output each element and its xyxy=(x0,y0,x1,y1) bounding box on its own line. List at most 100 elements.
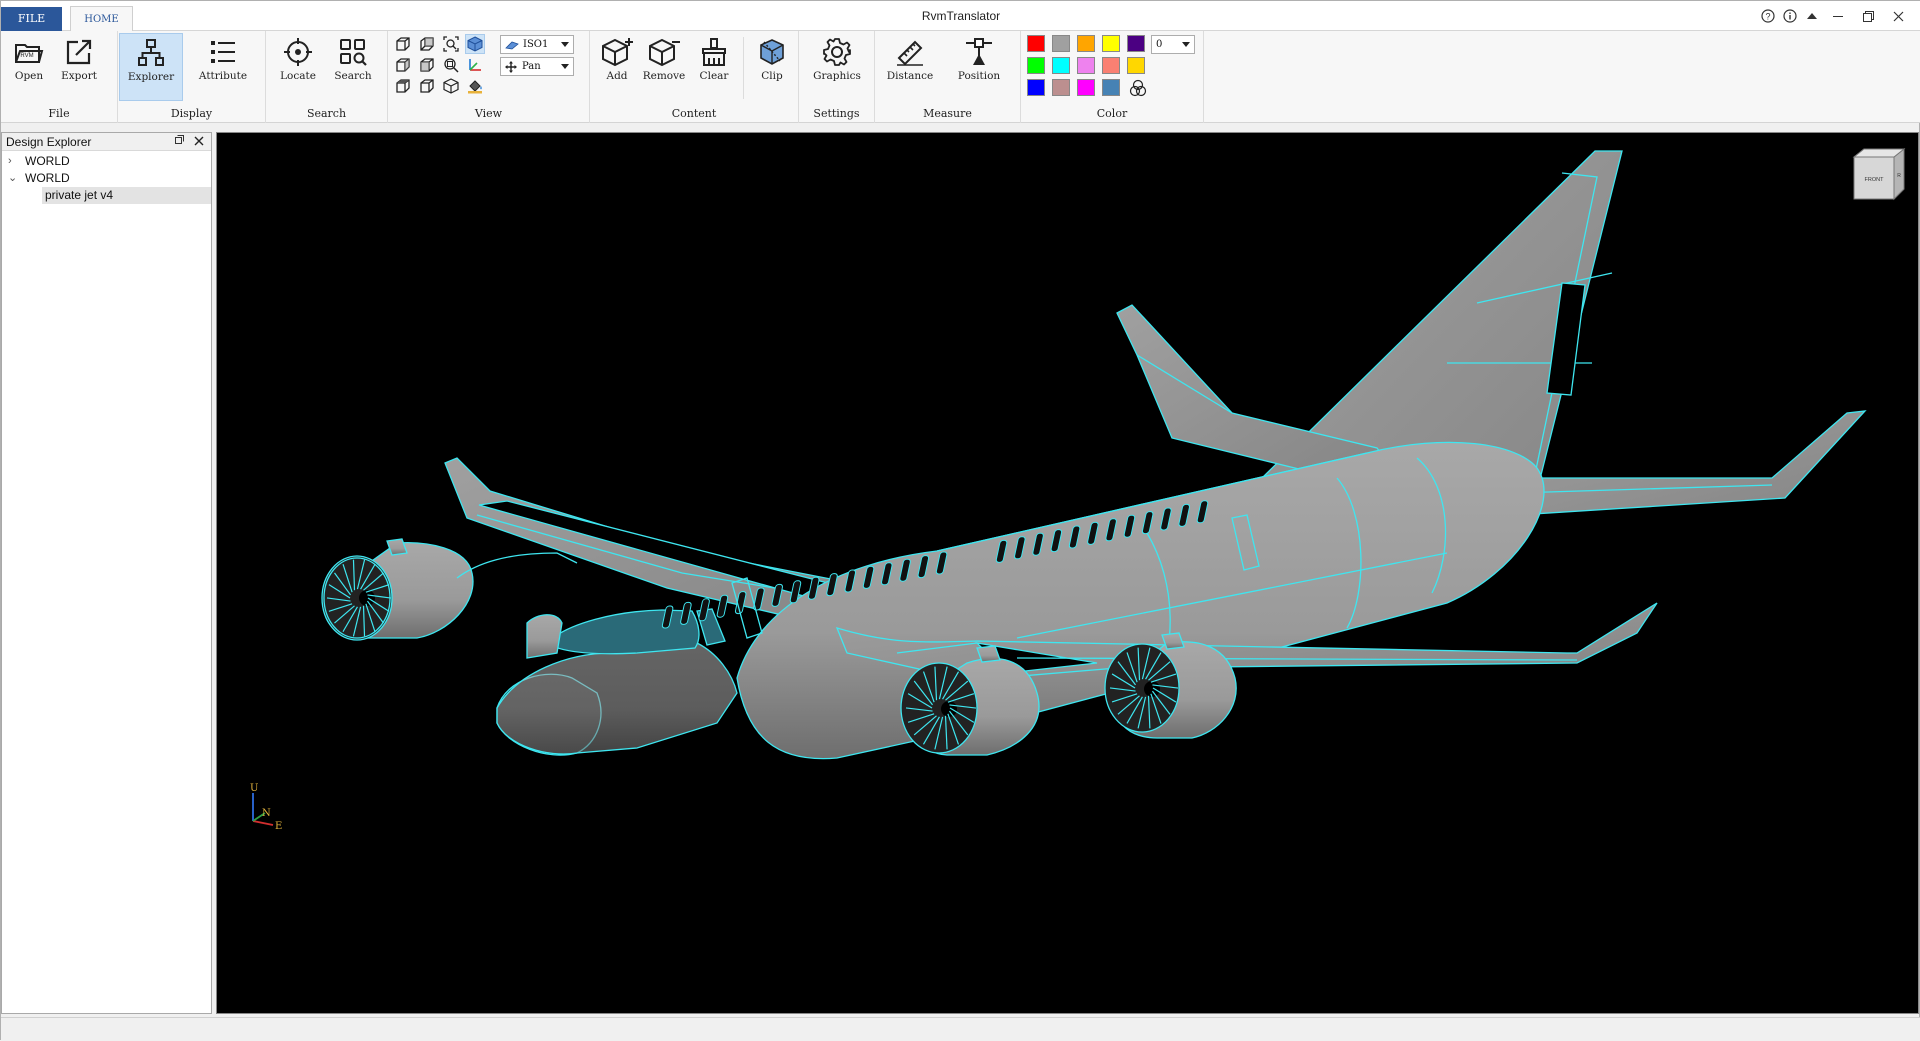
tree-hierarchy-icon xyxy=(138,39,164,66)
svg-text:RVM: RVM xyxy=(20,53,33,59)
navigation-mode-select[interactable]: Pan xyxy=(500,57,574,76)
tree-item-label: WORLD xyxy=(25,171,70,185)
remove-button[interactable]: Remove xyxy=(638,33,690,99)
crosshair-icon xyxy=(284,38,312,66)
projection-value: ISO1 xyxy=(523,39,549,50)
add-button[interactable]: Add xyxy=(591,33,643,99)
color-swatch[interactable] xyxy=(1077,35,1095,52)
export-label: Export xyxy=(61,70,97,82)
remove-box-icon xyxy=(649,38,680,67)
gear-icon xyxy=(823,38,851,66)
close-icon[interactable] xyxy=(194,133,204,151)
tree-item-private-jet[interactable]: private jet v4 xyxy=(42,187,211,204)
panel-title: Design Explorer xyxy=(6,135,92,149)
3d-viewport[interactable]: FRONT R U N E xyxy=(216,132,1919,1014)
view-back-icon[interactable] xyxy=(417,34,437,54)
ribbon-group-content: Add Remove Clear Clip Content xyxy=(590,31,799,123)
transparency-select[interactable]: 0 xyxy=(1151,35,1195,54)
color-swatch[interactable] xyxy=(1127,57,1145,74)
color-swatch[interactable] xyxy=(1052,79,1070,96)
wireframe-cube-icon[interactable] xyxy=(441,76,461,96)
clip-button[interactable]: Clip xyxy=(746,33,798,99)
color-swatch[interactable] xyxy=(1102,79,1120,96)
export-button[interactable]: Export xyxy=(53,33,105,99)
position-label: Position xyxy=(957,70,1001,82)
group-label-display: Display xyxy=(170,107,213,120)
color-swatch[interactable] xyxy=(1127,35,1145,52)
ribbon: RVM Open Export File Explorer Attribute … xyxy=(1,31,1920,123)
chevron-down-icon xyxy=(1182,42,1190,47)
ribbon-group-view: ISO1 Pan View xyxy=(388,31,590,123)
restore-button[interactable] xyxy=(1853,1,1883,31)
chevron-down-icon[interactable]: ⌄ xyxy=(8,170,20,187)
view-left-icon[interactable] xyxy=(393,55,413,75)
color-swatch[interactable] xyxy=(1052,57,1070,74)
window-title: RvmTranslator xyxy=(921,9,1001,23)
view-front-icon[interactable] xyxy=(393,34,413,54)
color-mix-icon[interactable] xyxy=(1128,78,1148,98)
title-bar: FILE HOME RvmTranslator ? xyxy=(1,1,1920,32)
group-label-search: Search xyxy=(306,107,347,120)
locate-button[interactable]: Locate xyxy=(272,33,324,99)
color-swatch[interactable] xyxy=(1027,79,1045,96)
tree-item-world-1[interactable]: › WORLD xyxy=(2,153,211,170)
open-button[interactable]: RVM Open xyxy=(3,33,55,99)
view-top-icon[interactable] xyxy=(393,76,413,96)
clear-label: Clear xyxy=(699,70,729,82)
transparency-value: 0 xyxy=(1156,39,1163,50)
explorer-label: Explorer xyxy=(127,71,175,83)
explorer-button[interactable]: Explorer xyxy=(119,33,183,101)
app-window: FILE HOME RvmTranslator ? RVM Open Expor… xyxy=(0,0,1920,1041)
broom-icon xyxy=(702,38,726,66)
search-button[interactable]: Search xyxy=(327,33,379,99)
zoom-window-icon[interactable] xyxy=(441,55,461,75)
navigation-cube[interactable]: FRONT R xyxy=(1846,147,1906,203)
svg-text:E: E xyxy=(275,821,282,831)
axes-icon[interactable] xyxy=(465,55,485,75)
chevron-right-icon[interactable]: › xyxy=(8,153,20,170)
distance-button[interactable]: Distance xyxy=(881,33,939,99)
clip-box-icon xyxy=(760,39,784,65)
tab-home[interactable]: HOME xyxy=(70,6,133,32)
export-icon xyxy=(66,39,92,65)
zoom-fit-icon[interactable] xyxy=(441,34,461,54)
close-button[interactable] xyxy=(1883,1,1913,31)
svg-text:R: R xyxy=(1897,173,1901,179)
color-swatch[interactable] xyxy=(1077,79,1095,96)
shaded-cube-icon[interactable] xyxy=(465,34,485,54)
list-icon xyxy=(211,41,235,63)
color-swatch[interactable] xyxy=(1027,57,1045,74)
iso-view-icon xyxy=(505,41,519,49)
color-swatch[interactable] xyxy=(1102,57,1120,74)
view-bottom-icon[interactable] xyxy=(417,76,437,96)
color-swatch[interactable] xyxy=(1027,35,1045,52)
color-swatch[interactable] xyxy=(1077,57,1095,74)
collapse-ribbon-icon[interactable] xyxy=(1801,5,1823,27)
add-box-icon xyxy=(602,38,633,67)
help-icon[interactable]: ? xyxy=(1757,5,1779,27)
tab-file[interactable]: FILE xyxy=(1,7,62,31)
search-label: Search xyxy=(334,70,372,82)
minimize-button[interactable] xyxy=(1823,1,1853,31)
pin-icon[interactable] xyxy=(174,133,185,151)
graphics-button[interactable]: Graphics xyxy=(807,33,867,99)
view-right-icon[interactable] xyxy=(417,55,437,75)
paint-bucket-icon[interactable] xyxy=(465,76,485,96)
attribute-button[interactable]: Attribute xyxy=(190,33,256,99)
title-controls: ? xyxy=(1757,1,1920,31)
svg-text:N: N xyxy=(262,808,271,819)
color-swatch[interactable] xyxy=(1102,35,1120,52)
tree-item-world-2[interactable]: ⌄ WORLD xyxy=(2,170,211,187)
panel-header: Design Explorer xyxy=(2,133,211,151)
color-swatch[interactable] xyxy=(1052,35,1070,52)
info-icon[interactable] xyxy=(1779,5,1801,27)
group-label-settings: Settings xyxy=(813,107,860,120)
graphics-label: Graphics xyxy=(813,70,861,82)
projection-select[interactable]: ISO1 xyxy=(500,35,574,54)
group-label-file: File xyxy=(48,107,70,120)
pan-arrows-icon xyxy=(505,60,517,73)
clip-label: Clip xyxy=(761,70,783,82)
position-button[interactable]: Position xyxy=(949,33,1009,99)
clear-button[interactable]: Clear xyxy=(688,33,740,99)
attribute-label: Attribute xyxy=(198,70,248,82)
